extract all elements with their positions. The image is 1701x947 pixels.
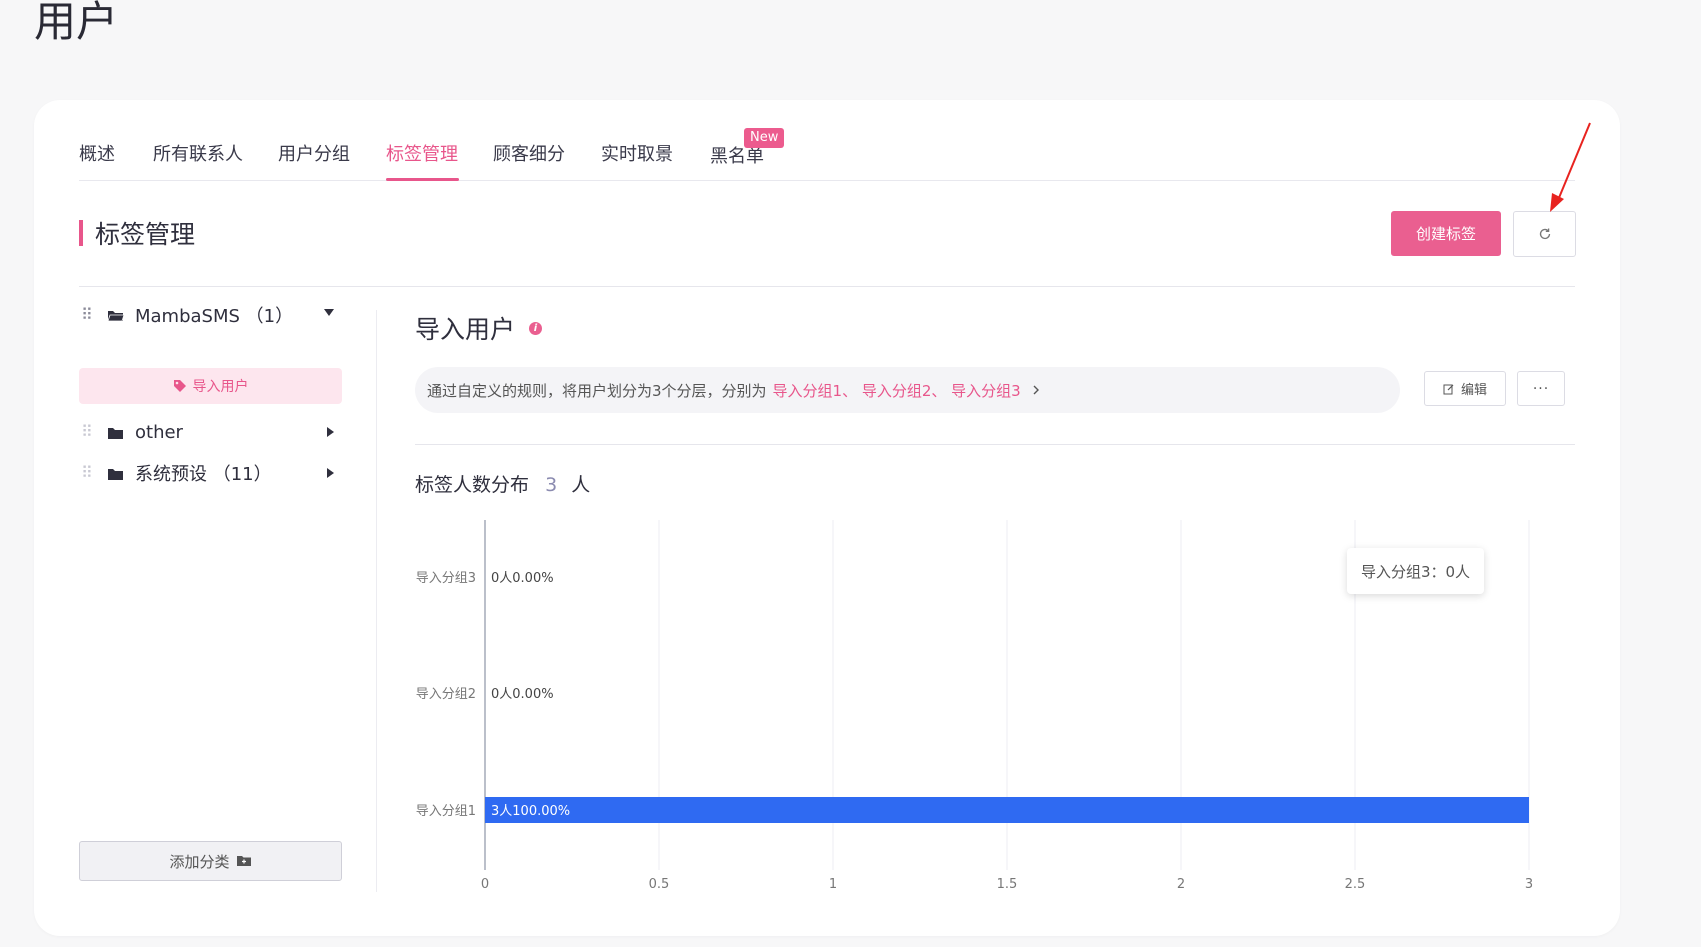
drag-handle-icon[interactable]: ⠿: [81, 465, 93, 481]
chart-tooltip: 导入分组3：0人: [1347, 548, 1484, 594]
tab-user-groups[interactable]: 用户分组: [278, 140, 350, 166]
description-text: 通过自定义的规则，将用户划分为3个分层，分别为: [427, 381, 767, 400]
caret-down-icon[interactable]: [324, 309, 334, 316]
folder-icon: [107, 425, 125, 439]
distribution-title: 标签人数分布 3 人: [415, 470, 590, 497]
group-links[interactable]: 导入分组1、 导入分组2、 导入分组3: [773, 380, 1021, 401]
folder-system-presets[interactable]: ⠿ 系统预设 （11）: [79, 458, 342, 488]
main-card: 概述 所有联系人 用户分组 标签管理 顾客细分 实时取景 黑名单 New 标签管…: [34, 100, 1620, 936]
tag-item-label: 导入用户: [192, 379, 249, 395]
chevron-right-icon[interactable]: [1031, 384, 1041, 396]
edit-label: 编辑: [1460, 383, 1487, 398]
section-title: 标签管理: [95, 220, 196, 249]
rule-description: 通过自定义的规则，将用户划分为3个分层，分别为 导入分组1、 导入分组2、 导入…: [415, 367, 1400, 413]
tab-customer-segments[interactable]: 顾客细分: [493, 140, 565, 166]
folder-open-icon: [107, 308, 125, 322]
detail-divider: [415, 444, 1575, 445]
tab-bar: 概述 所有联系人 用户分组 标签管理 顾客细分 实时取景 黑名单 New: [79, 128, 1575, 181]
section-divider: [79, 286, 1575, 287]
distribution-label: 标签人数分布: [415, 474, 530, 496]
active-tab-underline: [386, 178, 459, 181]
info-icon[interactable]: i: [529, 321, 543, 335]
folder-add-icon: [236, 856, 251, 866]
detail-title-text: 导入用户: [415, 315, 516, 344]
folder-label: MambaSMS （1）: [135, 306, 294, 327]
add-category-button[interactable]: 添加分类: [79, 841, 342, 881]
tab-live-view[interactable]: 实时取景: [601, 140, 673, 166]
edit-button[interactable]: 编辑: [1424, 371, 1506, 406]
more-button[interactable]: ···: [1517, 371, 1565, 406]
tab-blacklist[interactable]: 黑名单 New: [710, 128, 785, 168]
folder-mambasms[interactable]: ⠿ MambaSMS （1）: [79, 300, 342, 330]
tag-icon: [173, 380, 186, 392]
tab-tag-management[interactable]: 标签管理: [386, 140, 458, 166]
add-category-label: 添加分类: [169, 852, 230, 871]
section-accent-bar: [79, 220, 83, 246]
page-title: 用户: [34, 0, 119, 46]
folder-other[interactable]: ⠿ other: [79, 417, 342, 447]
section-header: 标签管理: [79, 218, 196, 249]
folder-label: other: [135, 421, 183, 443]
tab-overview[interactable]: 概述: [79, 140, 115, 166]
tab-blacklist-label: 黑名单: [710, 146, 764, 167]
sidebar-separator: [376, 310, 377, 892]
drag-handle-icon[interactable]: ⠿: [81, 424, 93, 440]
detail-title: 导入用户 i: [415, 310, 543, 346]
folder-label: 系统预设 （11）: [135, 464, 272, 485]
distribution-count: 3: [545, 474, 558, 496]
caret-right-icon[interactable]: [327, 427, 334, 437]
tag-sidebar: ⠿ MambaSMS （1） 导入用户 ⠿ other ⠿ 系统预设 （11）: [79, 300, 342, 920]
drag-handle-icon[interactable]: ⠿: [81, 307, 93, 323]
caret-right-icon[interactable]: [327, 468, 334, 478]
create-tag-button[interactable]: 创建标签: [1391, 211, 1501, 256]
refresh-icon: [1539, 228, 1550, 240]
edit-icon: [1443, 384, 1454, 394]
tab-all-contacts[interactable]: 所有联系人: [153, 140, 243, 166]
refresh-button[interactable]: [1513, 211, 1576, 257]
tag-item-import-users[interactable]: 导入用户: [79, 368, 342, 404]
distribution-unit: 人: [571, 474, 591, 496]
folder-icon: [107, 466, 125, 480]
new-badge: New: [744, 128, 785, 148]
